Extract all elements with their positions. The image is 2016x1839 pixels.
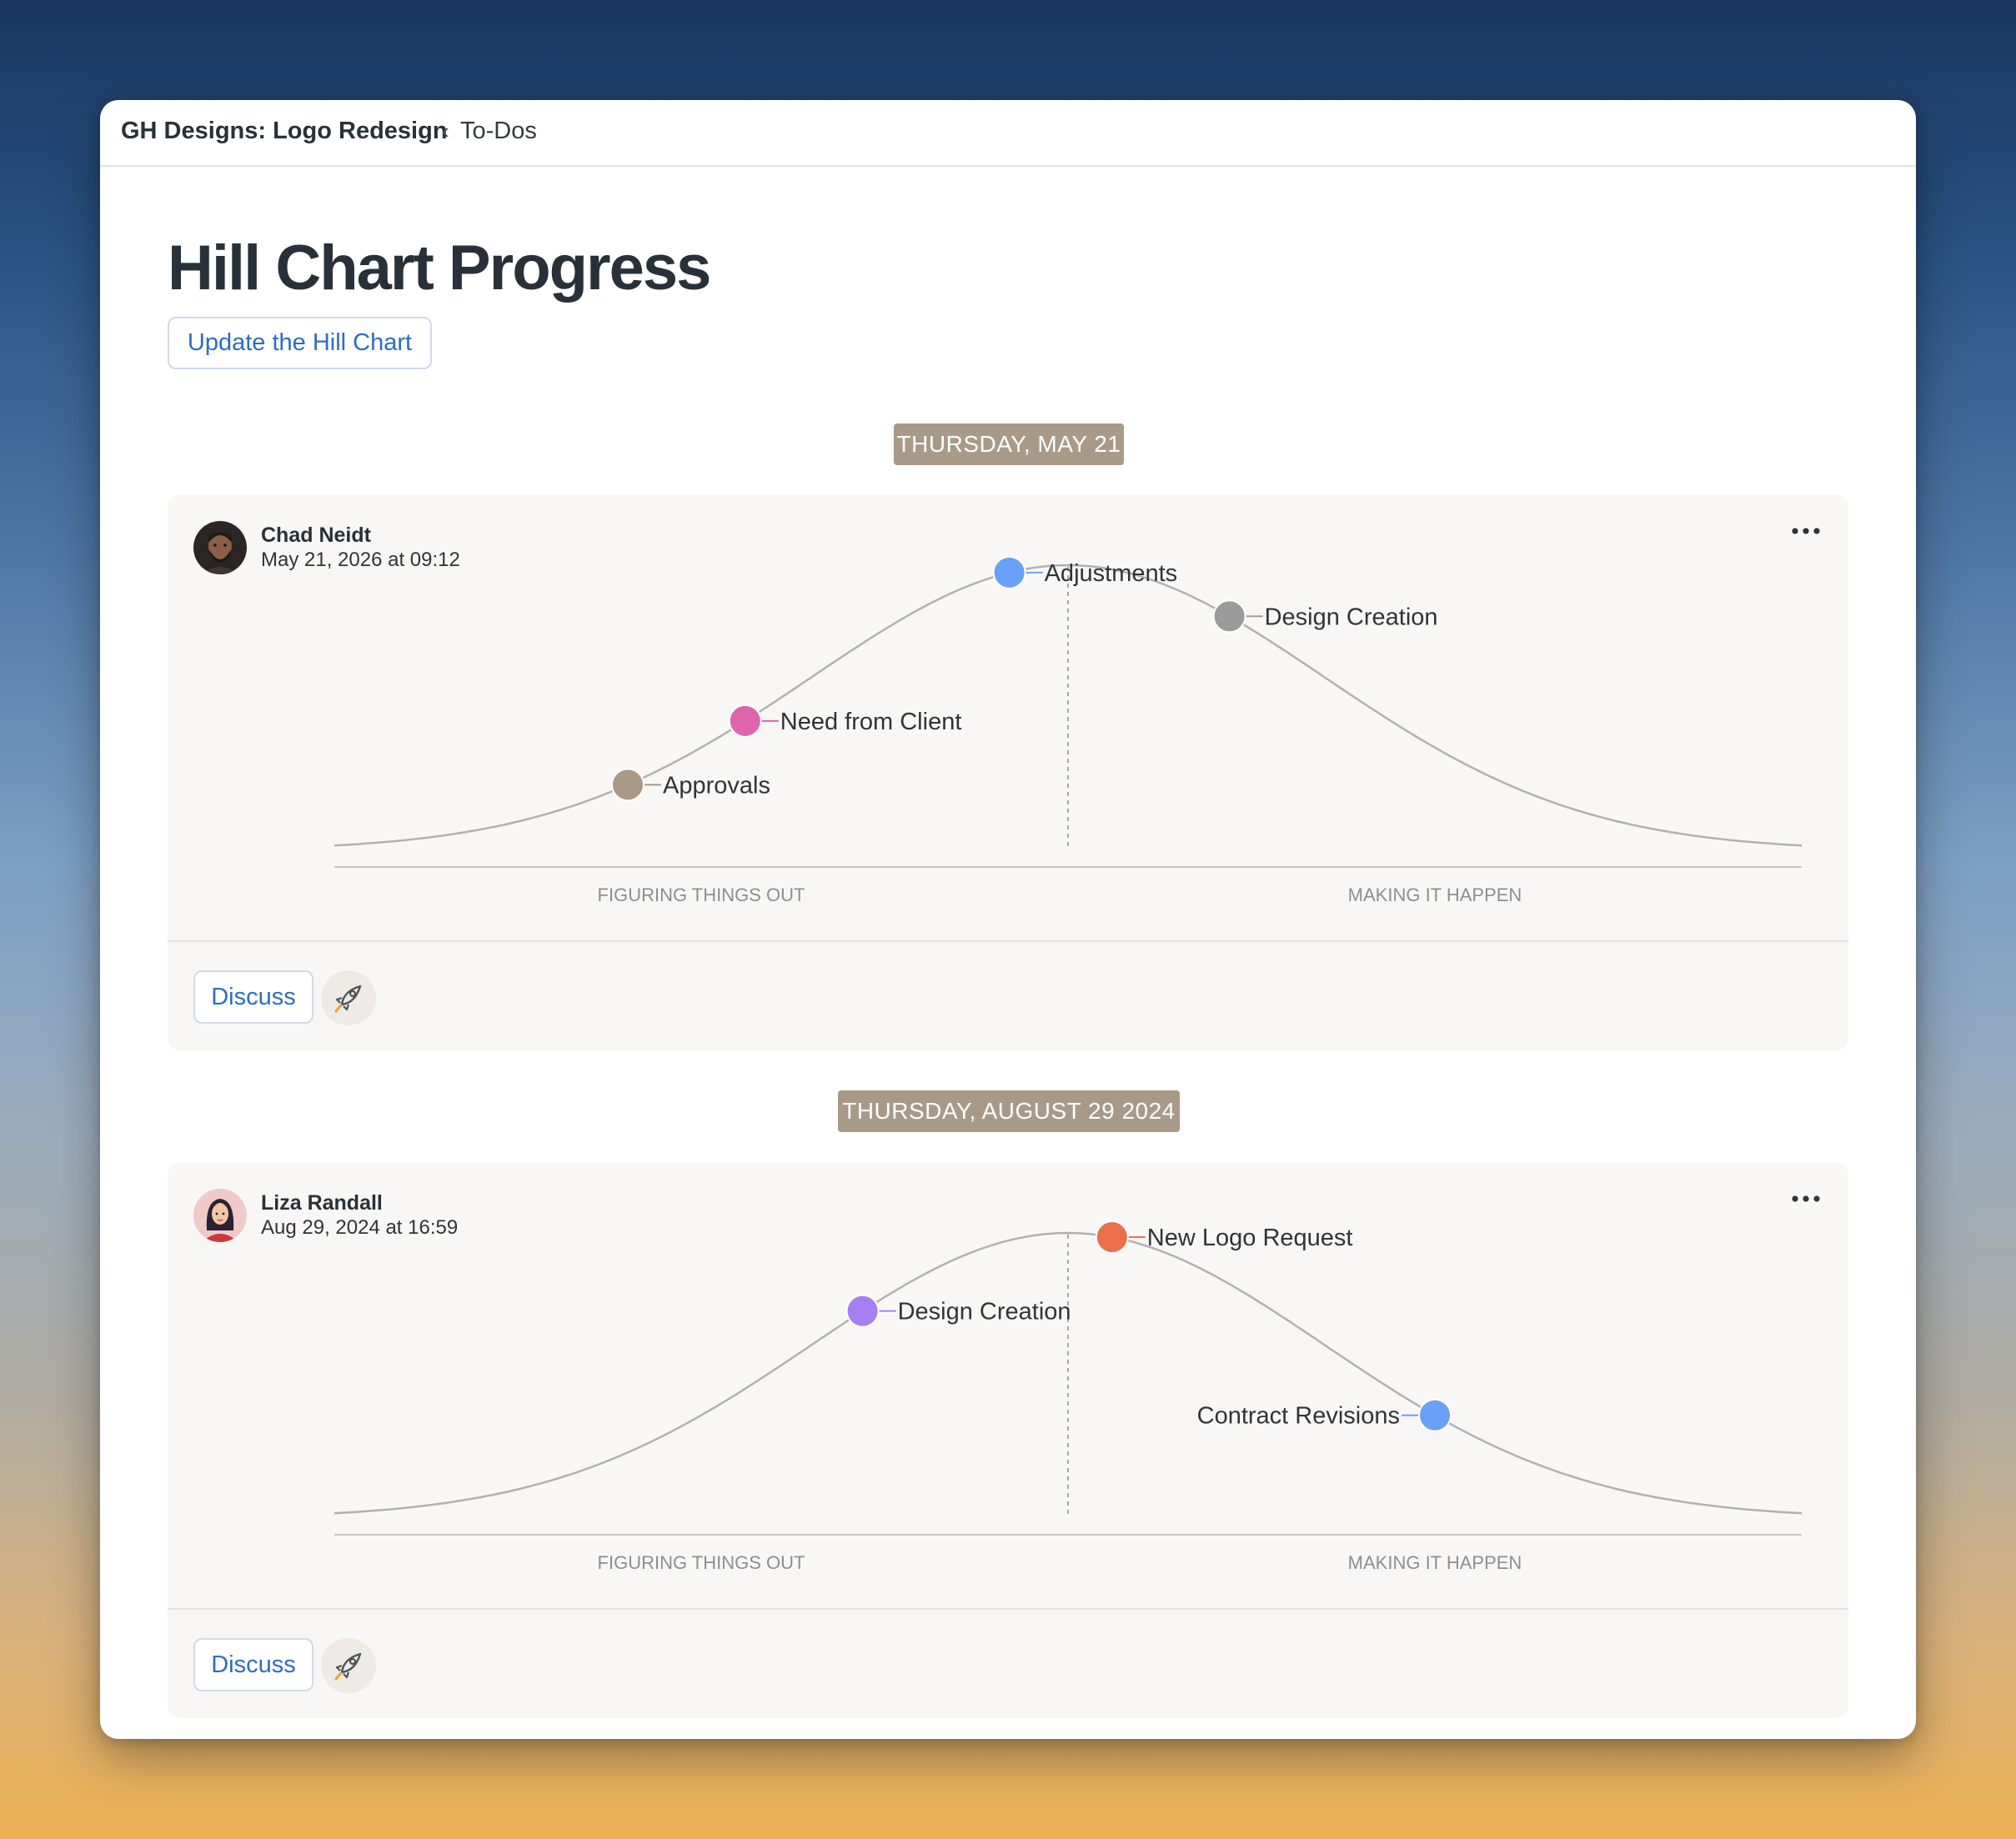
breadcrumb-chevron-icon: ‹ xyxy=(442,118,449,143)
hill-point-label: Approvals xyxy=(663,772,770,799)
app-window: GH Designs: Logo Redesign ‹ To-Dos Hill … xyxy=(100,100,1916,1739)
hill-point[interactable]: Contract Revisions xyxy=(1197,1398,1452,1432)
boost-button[interactable] xyxy=(321,1638,376,1693)
hill-point-dot[interactable] xyxy=(1095,1220,1129,1254)
hill-point[interactable]: Approvals xyxy=(611,768,770,802)
hill-point-label: Adjustments xyxy=(1045,560,1178,587)
making-it-happen-label: MAKING IT HAPPEN xyxy=(1348,1552,1522,1573)
hill-point-dot[interactable] xyxy=(611,768,644,802)
hill-point-label: New Logo Request xyxy=(1147,1225,1353,1251)
rocket-icon xyxy=(334,1652,362,1681)
rocket-icon xyxy=(334,985,362,1013)
hill-point-label: Design Creation xyxy=(1265,604,1438,630)
breadcrumb-todos-link[interactable]: To-Dos xyxy=(460,118,537,145)
hill-point-label: Contract Revisions xyxy=(1197,1403,1400,1430)
hill-chart-card: Liza Randall Aug 29, 2024 at 16:59 FIGUR… xyxy=(168,1163,1848,1718)
hill-point-dot[interactable] xyxy=(1212,599,1246,634)
making-it-happen-label: MAKING IT HAPPEN xyxy=(1348,884,1522,905)
breadcrumb-project-link[interactable]: GH Designs: Logo Redesign xyxy=(121,118,448,145)
page-title: Hill Chart Progress xyxy=(168,233,711,303)
hill-chart-card: Chad Neidt May 21, 2026 at 09:12 FIGURIN… xyxy=(168,495,1848,1050)
discuss-button[interactable]: Discuss xyxy=(193,970,313,1024)
breadcrumb: GH Designs: Logo Redesign ‹ To-Dos xyxy=(100,100,1916,167)
card-divider xyxy=(168,1608,1848,1610)
hill-point-dot[interactable] xyxy=(728,704,762,738)
hill-point[interactable]: New Logo Request xyxy=(1095,1220,1353,1254)
update-hill-chart-button[interactable]: Update the Hill Chart xyxy=(168,317,432,369)
hill-point[interactable]: Adjustments xyxy=(992,555,1178,589)
card-divider xyxy=(168,940,1848,942)
figuring-things-out-label: FIGURING THINGS OUT xyxy=(598,884,805,905)
boost-button[interactable] xyxy=(321,970,376,1025)
hill-chart: FIGURING THINGS OUT MAKING IT HAPPEN Adj… xyxy=(333,555,1803,905)
hill-point-dot[interactable] xyxy=(992,555,1026,589)
hill-point-label: Design Creation xyxy=(898,1299,1071,1325)
hill-point-dot[interactable] xyxy=(1418,1398,1452,1432)
date-badge: THURSDAY, AUGUST 29 2024 xyxy=(838,1090,1180,1132)
hill-point-label: Need from Client xyxy=(780,709,962,735)
hill-point-dot[interactable] xyxy=(845,1294,880,1328)
figuring-things-out-label: FIGURING THINGS OUT xyxy=(598,1552,805,1573)
hill-chart: FIGURING THINGS OUT MAKING IT HAPPEN New… xyxy=(333,1220,1803,1573)
discuss-button[interactable]: Discuss xyxy=(193,1638,313,1691)
date-badge: THURSDAY, MAY 21 xyxy=(894,423,1124,465)
